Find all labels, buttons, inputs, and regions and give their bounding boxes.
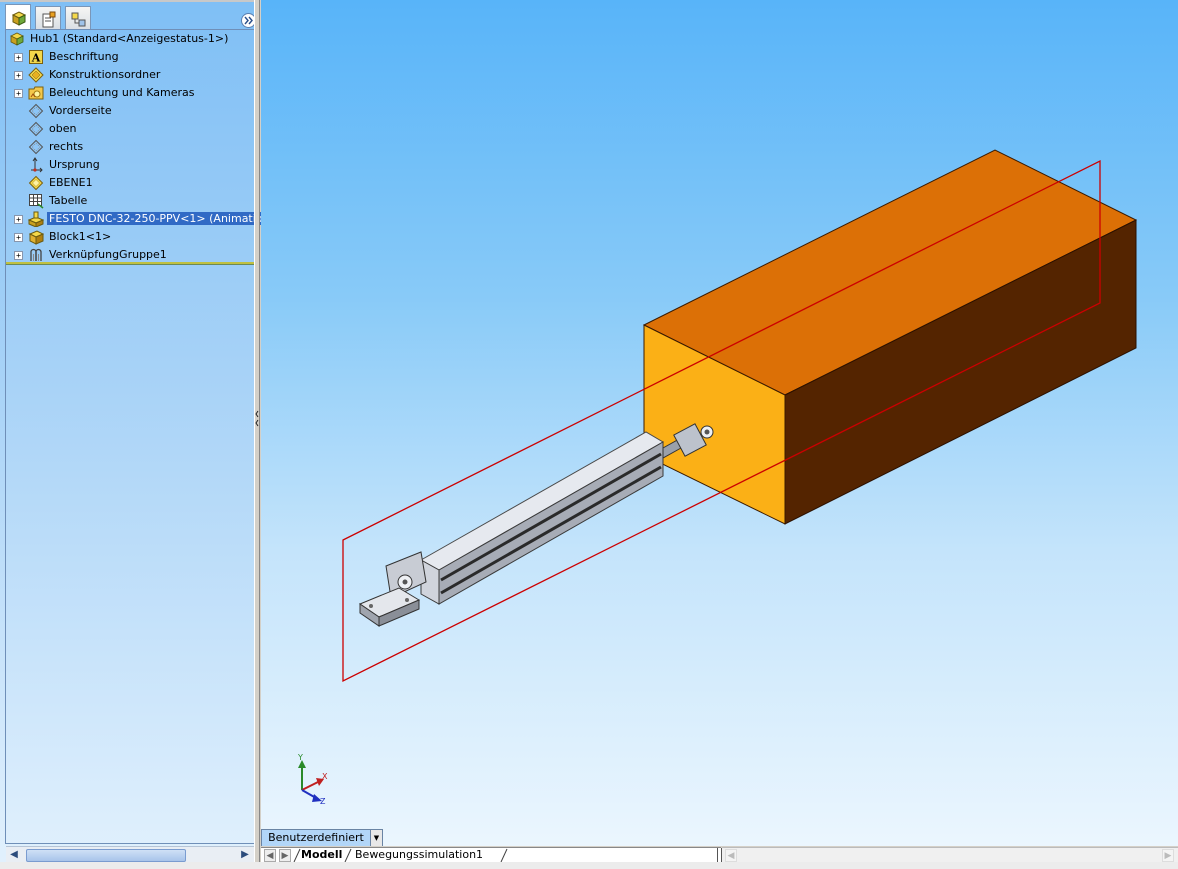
tree-item-beleuchtung[interactable]: + Beleuchtung und Kameras [6, 84, 254, 102]
plane-yellow-icon [28, 175, 44, 191]
expand-toggle[interactable]: + [14, 71, 23, 80]
tree-item-vorderseite[interactable]: Vorderseite [6, 102, 254, 120]
tree-item-label: Tabelle [49, 194, 88, 207]
dropdown-arrow-icon[interactable]: ▼ [370, 829, 383, 847]
triad-z-label: Z [320, 797, 326, 806]
tree-item-label: rechts [49, 140, 84, 153]
tree-root-label: Hub1 (Standard<Anzeigestatus-1>) [30, 32, 229, 45]
tree-item-oben[interactable]: oben [6, 120, 254, 138]
expand-toggle[interactable]: + [14, 89, 23, 98]
table-icon [29, 194, 44, 209]
property-manager-icon [42, 11, 56, 28]
splitter-grip-icon[interactable] [255, 410, 259, 428]
plane-icon [28, 139, 44, 155]
panel-top-border [0, 0, 258, 2]
tree-item-label: Beschriftung [49, 50, 119, 63]
scroll-left-button[interactable]: ◀ [7, 848, 21, 862]
tree-item-label: Vorderseite [49, 104, 112, 117]
model-tab-bar: ◀ ▶ Modell Bewegungssimulation1 [261, 847, 722, 863]
mates-icon [30, 248, 42, 261]
origin-icon [31, 157, 43, 173]
triad-x-label: X [322, 772, 328, 781]
scroll-left-button[interactable]: ◀ [725, 849, 737, 862]
model-scene [342, 149, 1138, 683]
configuration-value: Benutzerdefiniert [261, 829, 371, 847]
configuration-manager-icon [71, 12, 86, 27]
tree-item-ebene1[interactable]: EBENE1 [6, 174, 254, 192]
assembly-icon [10, 32, 24, 46]
tree-item-rechts[interactable]: rechts [6, 138, 254, 156]
tree-item-label: Konstruktionsordner [49, 68, 161, 81]
status-strip [0, 862, 1178, 869]
expand-toggle[interactable]: + [14, 251, 23, 260]
tab-feature-manager[interactable] [5, 4, 31, 30]
part-icon [28, 230, 44, 245]
viewport-horizontal-scrollbar[interactable]: ◀ ▶ [722, 847, 1178, 863]
expand-toggle[interactable]: + [14, 53, 23, 62]
tree-root-assembly[interactable]: Hub1 (Standard<Anzeigestatus-1>) [6, 30, 254, 48]
tree-horizontal-scrollbar[interactable]: ◀ ▶ [6, 846, 254, 863]
tree-item-festo-dnc[interactable]: + FESTO DNC-32-250-PPV<1> (Animation<A [6, 210, 289, 228]
tree-item-label: FESTO DNC-32-250-PPV<1> (Animation<A [47, 212, 289, 225]
view-triad: Y X Z [297, 753, 328, 806]
plane-icon [28, 103, 44, 119]
tree-item-label: Ursprung [49, 158, 100, 171]
design-folder-icon [28, 67, 44, 83]
triad-y-label: Y [297, 753, 303, 762]
tree-item-label: EBENE1 [49, 176, 93, 189]
expand-toggle[interactable]: + [14, 233, 23, 242]
expand-toggle[interactable]: + [14, 215, 23, 224]
configuration-select[interactable]: Benutzerdefiniert ▼ [261, 829, 383, 847]
scroll-right-button[interactable]: ▶ [238, 848, 252, 862]
scroll-thumb[interactable] [26, 849, 186, 862]
tree-item-label: oben [49, 122, 77, 135]
tree-item-konstruktionsordner[interactable]: + Konstruktionsordner [6, 66, 254, 84]
annotation-icon: A [29, 50, 43, 65]
tree-item-label: Block1<1> [49, 230, 112, 243]
tab-configuration-manager[interactable] [65, 6, 91, 30]
tree-item-block1[interactable]: + Block1<1> [6, 228, 254, 246]
tree-item-beschriftung[interactable]: + A Beschriftung [6, 48, 254, 66]
tab-prev-icon[interactable]: ◀ [264, 849, 276, 862]
panel-splitter[interactable] [254, 0, 260, 869]
feature-manager-icon [11, 11, 27, 26]
cylinder-assembly[interactable] [358, 423, 714, 627]
tree-item-ursprung[interactable]: Ursprung [6, 156, 254, 174]
plane-icon [28, 121, 44, 137]
tab-next-icon[interactable]: ▶ [279, 849, 291, 862]
tab-property-manager[interactable] [35, 6, 61, 30]
tree-item-tabelle[interactable]: Tabelle [6, 192, 254, 210]
subassembly-icon [28, 211, 44, 227]
svg-text:A: A [31, 52, 41, 65]
lights-cameras-icon [28, 86, 44, 100]
tree-divider [6, 264, 254, 265]
graphics-viewport[interactable] [261, 0, 1178, 846]
tree-item-label: Beleuchtung und Kameras [49, 86, 195, 99]
panel-tab-strip [5, 4, 256, 30]
tab-separators [293, 848, 508, 863]
scroll-right-button[interactable]: ▶ [1162, 849, 1174, 862]
tree-item-label: VerknüpfungGruppe1 [49, 248, 167, 261]
